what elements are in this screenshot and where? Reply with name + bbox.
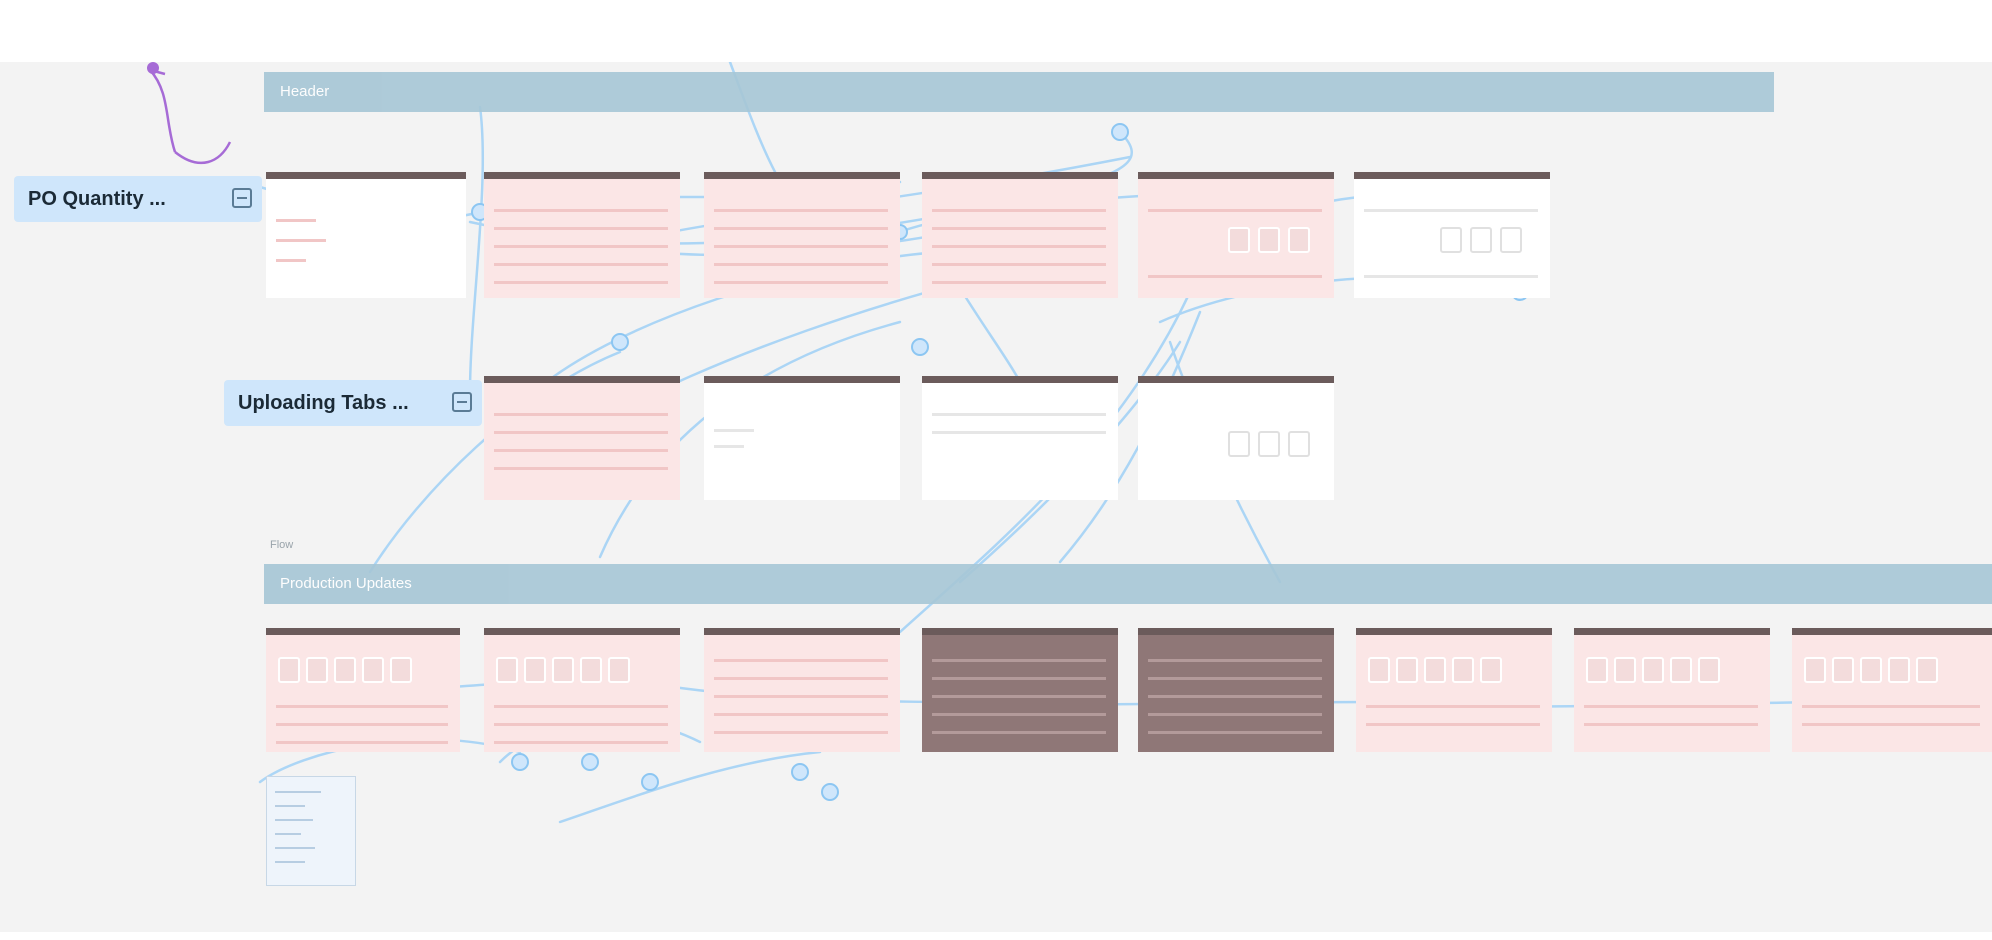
node-card[interactable] <box>1354 172 1550 298</box>
row-label-po-quantity[interactable]: PO Quantity ... <box>14 176 262 222</box>
node-card[interactable] <box>1138 172 1334 298</box>
collapse-icon[interactable] <box>452 392 472 412</box>
mini-list-panel[interactable] <box>266 776 356 886</box>
node-card[interactable] <box>1138 376 1334 500</box>
node-card[interactable] <box>266 628 460 752</box>
row-label-text: Uploading Tabs ... <box>238 392 409 414</box>
node-card[interactable] <box>704 376 900 500</box>
node-card[interactable] <box>1356 628 1552 752</box>
collapse-icon[interactable] <box>232 188 252 208</box>
row-label-text: PO Quantity ... <box>28 188 166 210</box>
node-card[interactable] <box>922 376 1118 500</box>
section-title: Header <box>280 83 330 100</box>
flow-note: Flow <box>270 539 294 551</box>
node-card[interactable] <box>484 628 680 752</box>
node-card[interactable] <box>484 376 680 500</box>
section-header-bar[interactable]: Header <box>264 72 1774 112</box>
diagram-canvas[interactable]: Header Flow Production Updates PO Quanti… <box>0 62 1992 932</box>
section-production-bar[interactable]: Production Updates <box>264 564 1992 604</box>
node-card[interactable] <box>1138 628 1334 752</box>
node-card[interactable] <box>266 172 466 298</box>
node-card[interactable] <box>704 628 900 752</box>
node-card[interactable] <box>484 172 680 298</box>
node-card[interactable] <box>922 172 1118 298</box>
node-card[interactable] <box>704 172 900 298</box>
section-title: Production Updates <box>280 575 412 592</box>
node-card[interactable] <box>922 628 1118 752</box>
node-card[interactable] <box>1792 628 1992 752</box>
node-card[interactable] <box>1574 628 1770 752</box>
row-label-uploading-tabs[interactable]: Uploading Tabs ... <box>224 380 482 426</box>
